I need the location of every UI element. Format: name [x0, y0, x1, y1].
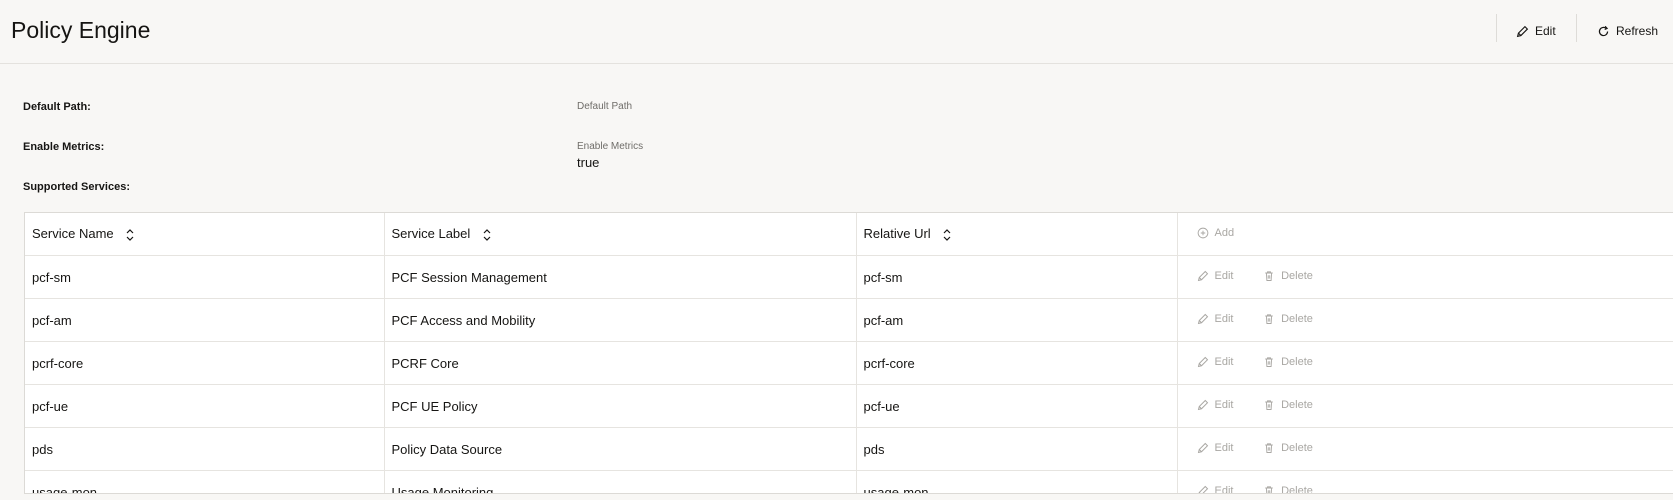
pencil-icon	[1197, 485, 1208, 493]
header-divider	[1496, 14, 1497, 42]
trash-icon	[1265, 399, 1273, 410]
column-header-actions: Add	[1177, 213, 1673, 256]
pencil-icon	[1197, 442, 1208, 453]
relative-url-cell: pds	[856, 427, 1178, 471]
relative-url-cell: pcrf-core	[856, 341, 1178, 385]
trash-icon	[1265, 270, 1273, 281]
column-header-label: Service Name	[32, 226, 114, 242]
service-label-cell: PCF UE Policy	[384, 384, 857, 428]
add-circle-icon	[1197, 227, 1208, 238]
row-edit-button[interactable]: Edit	[1197, 398, 1234, 411]
default-path-label: Default Path:	[23, 101, 91, 113]
row-edit-label: Edit	[1214, 312, 1234, 325]
service-name-cell: pds	[25, 427, 385, 471]
row-delete-label: Delete	[1281, 269, 1313, 282]
pencil-icon	[1197, 399, 1208, 410]
row-edit-button[interactable]: Edit	[1197, 269, 1234, 282]
row-delete-label: Delete	[1281, 398, 1313, 411]
edit-button-label: Edit	[1535, 24, 1556, 38]
default-path-value-label: Default Path	[577, 101, 633, 112]
service-name-cell: pcf-ue	[25, 384, 385, 428]
service-name-cell: pcrf-core	[25, 341, 385, 385]
row-edit-button[interactable]: Edit	[1197, 484, 1234, 494]
refresh-button-label: Refresh	[1616, 24, 1659, 38]
row-delete-button[interactable]: Delete	[1263, 313, 1313, 325]
relative-url-cell: pcf-ue	[856, 384, 1178, 428]
table-row[interactable]: usage-mon Usage Monitoring usage-mon Edi…	[25, 470, 1673, 494]
service-label-cell: Usage Monitoring	[384, 470, 857, 493]
row-delete-button[interactable]: Delete	[1263, 356, 1313, 368]
sort-icon[interactable]	[482, 228, 492, 242]
row-delete-label: Delete	[1281, 355, 1313, 368]
actions-cell: Edit Delete	[1177, 470, 1673, 494]
column-header-label: Relative Url	[863, 226, 931, 242]
pencil-icon	[1197, 270, 1208, 281]
table-row[interactable]: pds Policy Data Source pds Edit Delete	[25, 427, 1673, 471]
row-delete-button[interactable]: Delete	[1263, 399, 1313, 411]
pencil-icon	[1197, 313, 1208, 324]
actions-cell: Edit Delete	[1177, 298, 1673, 342]
row-delete-label: Delete	[1281, 484, 1313, 494]
add-button-label: Add	[1214, 226, 1235, 239]
row-delete-label: Delete	[1281, 441, 1313, 454]
supported-services-table: Service Name Service Label Relative Url …	[24, 212, 1673, 494]
row-edit-label: Edit	[1214, 269, 1234, 282]
service-label-cell: PCRF Core	[384, 341, 857, 385]
row-delete-button[interactable]: Delete	[1263, 270, 1313, 282]
trash-icon	[1265, 356, 1273, 367]
column-header-service-name[interactable]: Service Name	[25, 213, 385, 256]
row-edit-label: Edit	[1214, 484, 1234, 494]
pencil-icon	[1516, 25, 1529, 37]
refresh-icon	[1598, 25, 1609, 36]
service-name-cell: pcf-am	[25, 298, 385, 342]
page-header: Policy Engine Edit Refresh	[0, 0, 1673, 64]
service-name-cell: usage-mon	[25, 470, 385, 493]
row-edit-button[interactable]: Edit	[1197, 312, 1234, 325]
service-label-cell: PCF Session Management	[384, 255, 857, 299]
actions-cell: Edit Delete	[1177, 255, 1673, 299]
table-row[interactable]: pcf-ue PCF UE Policy pcf-ue Edit Delete	[25, 384, 1673, 428]
service-name-cell: pcf-sm	[25, 255, 385, 299]
row-edit-label: Edit	[1214, 441, 1234, 454]
table-row[interactable]: pcf-am PCF Access and Mobility pcf-am Ed…	[25, 298, 1673, 342]
relative-url-cell: pcf-sm	[856, 255, 1178, 299]
row-delete-button[interactable]: Delete	[1263, 484, 1313, 494]
table-body: pcf-sm PCF Session Management pcf-sm Edi…	[25, 255, 1673, 494]
row-edit-button[interactable]: Edit	[1197, 355, 1234, 368]
actions-cell: Edit Delete	[1177, 384, 1673, 428]
row-edit-button[interactable]: Edit	[1197, 441, 1234, 454]
enable-metrics-label: Enable Metrics:	[23, 141, 105, 153]
column-header-label: Service Label	[391, 226, 471, 242]
refresh-button[interactable]: Refresh	[1597, 20, 1658, 42]
enable-metrics-value-label: Enable Metrics	[577, 141, 644, 152]
edit-button[interactable]: Edit	[1516, 20, 1556, 42]
table-row[interactable]: pcf-sm PCF Session Management pcf-sm Edi…	[25, 255, 1673, 299]
trash-icon	[1265, 313, 1273, 324]
page-title: Policy Engine	[11, 17, 151, 43]
relative-url-cell: pcf-am	[856, 298, 1178, 342]
header-divider	[1576, 14, 1577, 42]
add-button[interactable]: Add	[1197, 226, 1235, 239]
actions-cell: Edit Delete	[1177, 427, 1673, 471]
row-edit-label: Edit	[1214, 398, 1234, 411]
pencil-icon	[1197, 356, 1208, 367]
row-delete-button[interactable]: Delete	[1263, 442, 1313, 454]
table-header-row: Service Name Service Label Relative Url …	[25, 213, 1673, 256]
service-label-cell: Policy Data Source	[384, 427, 857, 471]
supported-services-label: Supported Services:	[23, 181, 130, 193]
sort-icon[interactable]	[942, 228, 952, 242]
relative-url-cell: usage-mon	[856, 470, 1178, 493]
trash-icon	[1265, 485, 1273, 493]
column-header-service-label[interactable]: Service Label	[384, 213, 857, 256]
row-delete-label: Delete	[1281, 312, 1313, 325]
actions-cell: Edit Delete	[1177, 341, 1673, 385]
sort-icon[interactable]	[125, 228, 135, 242]
trash-icon	[1265, 442, 1273, 453]
row-edit-label: Edit	[1214, 355, 1234, 368]
service-label-cell: PCF Access and Mobility	[384, 298, 857, 342]
enable-metrics-value: true	[577, 155, 600, 170]
table-row[interactable]: pcrf-core PCRF Core pcrf-core Edit Delet…	[25, 341, 1673, 385]
column-header-relative-url[interactable]: Relative Url	[856, 213, 1178, 256]
